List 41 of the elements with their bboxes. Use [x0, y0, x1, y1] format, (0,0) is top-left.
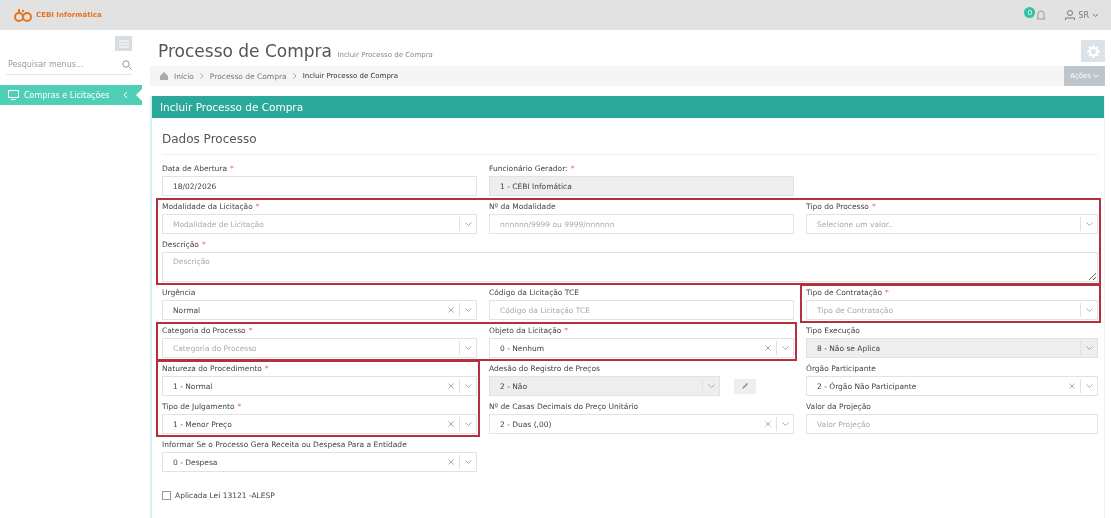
- chevron-down-icon: [708, 384, 715, 388]
- chevron-down-icon: [465, 422, 472, 426]
- clear-icon[interactable]: [448, 421, 454, 427]
- panel-header: Incluir Processo de Compra: [152, 96, 1104, 118]
- user-name[interactable]: SR: [1078, 10, 1089, 20]
- clear-icon[interactable]: [1069, 383, 1075, 389]
- chevron-down-icon: [782, 346, 789, 350]
- chevron-down-icon: [782, 422, 789, 426]
- menu-toggle-button[interactable]: [115, 36, 132, 51]
- chevron-down-icon: [465, 346, 472, 350]
- separator-icon: [292, 73, 297, 79]
- separator-icon: [199, 73, 204, 79]
- chevron-down-icon: [1086, 384, 1093, 388]
- chevron-down-icon: [465, 222, 472, 226]
- clear-icon[interactable]: [448, 459, 454, 465]
- checkbox[interactable]: [162, 491, 171, 500]
- monitor-icon: [8, 90, 19, 100]
- chevron-down-icon: [465, 308, 472, 312]
- chevron-left-icon: [123, 91, 128, 99]
- caret-icon: [1093, 74, 1099, 78]
- section-title: Dados Processo: [162, 118, 1098, 155]
- bell-icon[interactable]: [1035, 9, 1048, 21]
- chevron-down-icon: [465, 460, 472, 464]
- logo-icon: [14, 8, 32, 22]
- pencil-icon: [741, 382, 749, 390]
- search-icon: [122, 59, 132, 70]
- settings-icon: [1086, 44, 1100, 58]
- home-icon: [160, 72, 168, 80]
- chevron-down-icon: [1086, 346, 1093, 350]
- caret-icon[interactable]: [1092, 12, 1099, 18]
- user-icon[interactable]: [1065, 10, 1076, 20]
- clear-icon[interactable]: [448, 307, 454, 313]
- chevron-down-icon: [465, 384, 472, 388]
- clear-icon[interactable]: [448, 383, 454, 389]
- chevron-down-icon: [1086, 308, 1093, 312]
- clear-icon[interactable]: [765, 421, 771, 427]
- settings-button[interactable]: [1081, 40, 1105, 62]
- page-title: Processo de Compra: [158, 41, 332, 61]
- menu-search-field[interactable]: Pesquisar menus...: [6, 59, 122, 70]
- chevron-down-icon: [1086, 222, 1093, 226]
- clear-icon[interactable]: [765, 345, 771, 351]
